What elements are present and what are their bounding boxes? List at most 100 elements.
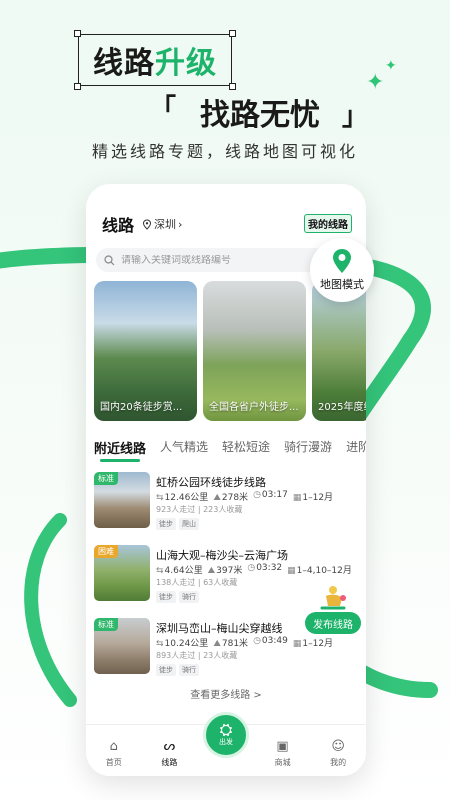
calendar-icon: ▦ (292, 639, 302, 649)
route-tags: 徒步 骑行 (156, 591, 199, 603)
location-selector[interactable]: 深圳 › (142, 216, 182, 232)
map-mode-label: 地图模式 (320, 278, 364, 291)
frame-corner (229, 83, 236, 90)
topic-card[interactable]: 2025年度线 (312, 281, 366, 421)
frame-corner (229, 30, 236, 37)
route-walked: 923人走过 (156, 505, 196, 514)
tab-popular[interactable]: 人气精选 (160, 438, 208, 457)
promo-title-part1: 线路 (93, 46, 155, 81)
route-name: 深圳马峦山–梅山尖穿越线 (156, 622, 283, 635)
route-saved: 223人收藏 (203, 505, 243, 514)
nav-label: 商城 (274, 758, 291, 767)
topic-card-label: 全国各省户外徒步... (209, 402, 299, 413)
tab-nearby[interactable]: 附近线路 (94, 438, 146, 462)
route-walked: 893人走过 (156, 651, 196, 660)
route-months: 1–4,10–12月 (296, 566, 352, 576)
route-stats: ⇆4.64公里 ⛰397米 ◷03:32 ▦1–4,10–12月 (156, 563, 352, 576)
route-tag: 骑行 (179, 664, 199, 676)
frame-corner (74, 83, 81, 90)
route-elevation: 278米 (221, 493, 249, 503)
nav-item-home[interactable]: ⌂ 首页 (92, 740, 136, 768)
promo-slogan: 找路无忧 (200, 98, 320, 133)
promo-subtitle: 精选线路专题，线路地图可视化 (91, 142, 358, 161)
route-distance: 4.64公里 (164, 566, 203, 576)
route-item[interactable]: 标准 虹桥公园环线徒步线路 ⇆12.46公里 ⛰278米 ◷03:17 ▦1–1… (94, 470, 358, 543)
route-meta: 138人走过 | 63人收藏 (156, 578, 238, 587)
clock-icon: ◷ (253, 490, 261, 500)
route-tag: 徒步 (156, 591, 176, 603)
elevation-icon: ⛰ (213, 493, 221, 503)
view-more-link[interactable]: 查看更多线路 > (86, 686, 366, 701)
nav-label: 线路 (161, 758, 178, 767)
route-name: 虹桥公园环线徒步线路 (156, 476, 266, 489)
route-tags: 徒步 爬山 (156, 518, 199, 530)
route-tag: 爬山 (179, 518, 199, 530)
route-tag: 徒步 (156, 664, 176, 676)
route-thumbnail: 标准 (94, 472, 150, 528)
topic-card-label: 2025年度线 (318, 402, 366, 413)
nav-label: 首页 (105, 758, 122, 767)
route-elevation: 397米 (216, 566, 243, 576)
chevron-right-icon: › (178, 217, 183, 231)
elevation-icon: ⛰ (207, 566, 216, 576)
tab-cycling[interactable]: 骑行漫游 (284, 438, 332, 457)
nav-item-profile[interactable]: ☺ 我的 (316, 740, 360, 768)
route-list: 标准 虹桥公园环线徒步线路 ⇆12.46公里 ⛰278米 ◷03:17 ▦1–1… (94, 470, 358, 689)
clock-icon: ◷ (247, 563, 256, 573)
open-bracket-icon: 「 (150, 94, 177, 124)
route-saved: 23人收藏 (203, 651, 238, 660)
route-meta: 923人走过 | 223人收藏 (156, 505, 243, 514)
go-icon: ⛭ (219, 720, 233, 739)
shop-icon: ▣ (276, 739, 289, 754)
route-distance: 10.24公里 (164, 639, 209, 649)
topic-card[interactable]: 国内20条徒步赏... (94, 281, 197, 421)
page-header: 线路 深圳 › (102, 212, 182, 236)
route-stats: ⇆12.46公里 ⛰278米 ◷03:17 ▦1–12月 (156, 490, 333, 503)
topic-card[interactable]: 全国各省户外徒步... (203, 281, 306, 421)
route-saved: 63人收藏 (203, 578, 238, 587)
my-routes-button[interactable]: 我的线路 (304, 214, 352, 233)
publish-route-button[interactable]: 发布线路 (305, 612, 361, 634)
elevation-icon: ⛰ (213, 639, 221, 649)
route-elevation: 781米 (221, 639, 249, 649)
route-duration: 03:17 (261, 490, 288, 500)
nav-item-shop[interactable]: ▣ 商城 (261, 740, 305, 768)
sparkle-icon: ✦ (366, 70, 385, 95)
route-thumbnail: 标准 (94, 618, 150, 674)
nav-item-routes[interactable]: ᔕ 线路 (147, 740, 191, 768)
profile-icon: ☺ (331, 739, 345, 754)
calendar-icon: ▦ (287, 566, 296, 576)
clock-icon: ◷ (253, 636, 261, 646)
route-months: 1–12月 (302, 639, 334, 649)
distance-icon: ⇆ (156, 493, 164, 503)
promo-title-frame: 线路升级 (74, 30, 236, 90)
search-icon (104, 254, 115, 265)
bottom-nav: ⌂ 首页 ᔕ 线路 ⛭ 出发 ▣ 商城 ☺ 我的 (86, 712, 366, 776)
tab-advanced[interactable]: 进阶挑 (346, 438, 366, 457)
sparkle-icon: ✦ (385, 58, 397, 74)
route-name: 山海大观–梅沙尖–云海广场 (156, 549, 288, 562)
route-tabs: 附近线路 人气精选 轻松短途 骑行漫游 进阶挑 (94, 438, 366, 462)
route-tag: 骑行 (179, 591, 199, 603)
nav-item-go[interactable]: ⛭ 出发 (202, 712, 249, 758)
frame-corner (74, 30, 81, 37)
route-duration: 03:32 (256, 563, 283, 573)
promo-title: 线路升级 (93, 38, 217, 82)
topic-cards: 国内20条徒步赏... 全国各省户外徒步... 2025年度线 (94, 281, 366, 421)
route-walked: 138人走过 (156, 578, 196, 587)
route-icon: ᔕ (163, 739, 176, 754)
route-months: 1–12月 (302, 493, 334, 503)
close-bracket-icon: 」 (342, 102, 369, 132)
nav-label: 出发 (218, 738, 233, 746)
location-pin-icon (143, 218, 152, 230)
map-mode-button[interactable]: 地图模式 (310, 238, 374, 302)
tab-easy[interactable]: 轻松短途 (222, 438, 270, 457)
difficulty-badge: 困难 (94, 545, 118, 558)
difficulty-badge: 标准 (94, 618, 118, 631)
calendar-icon: ▦ (292, 493, 302, 503)
route-tags: 徒步 骑行 (156, 664, 199, 676)
home-icon: ⌂ (109, 739, 118, 754)
route-tag: 徒步 (156, 518, 176, 530)
search-input[interactable] (121, 254, 311, 266)
search-bar[interactable] (96, 248, 328, 272)
